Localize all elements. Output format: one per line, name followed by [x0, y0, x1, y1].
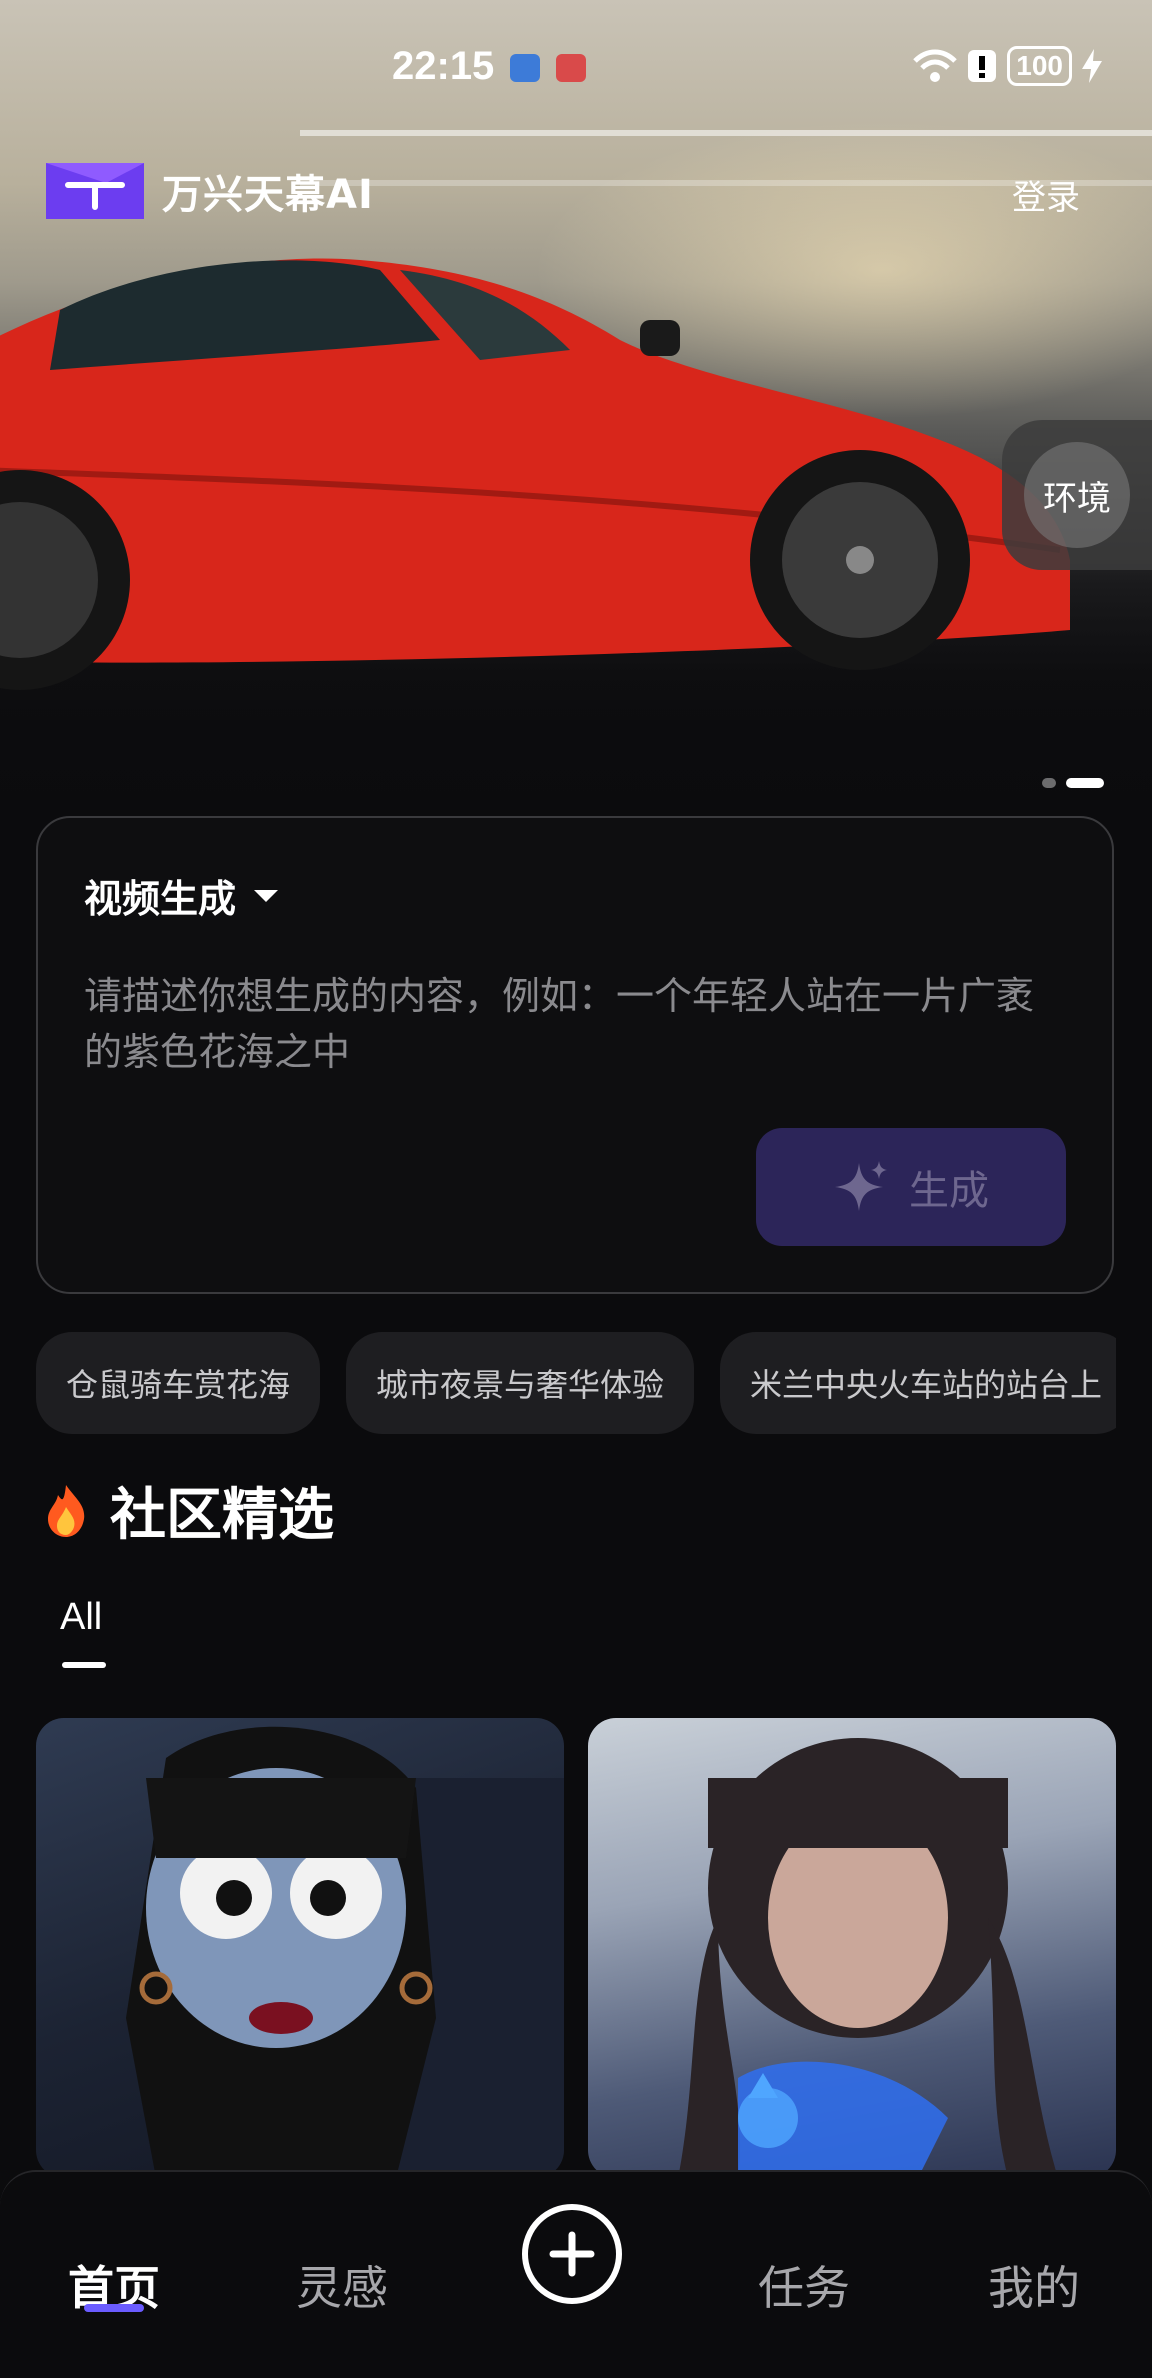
suggestion-chip[interactable]: 城市夜景与奢华体验	[346, 1332, 695, 1434]
hero-banner[interactable]: 22:15 100 万兴天幕AI 登录 环境	[0, 0, 1152, 830]
environment-button[interactable]: 环境	[1002, 420, 1152, 570]
nav-active-indicator	[84, 2304, 144, 2312]
carousel-dot-active[interactable]	[1066, 778, 1104, 788]
sparkle-icon	[835, 1161, 887, 1211]
section-title-text: 社区精选	[110, 1483, 334, 1548]
cartoon-girl-image	[126, 1726, 564, 2178]
login-button[interactable]: 登录	[1012, 170, 1080, 219]
prompt-card: 视频生成 请描述你想生成的内容，例如：一个年轻人站在一片广袤的紫色花海之中 生成	[36, 816, 1114, 1294]
mode-label: 视频生成	[84, 877, 237, 921]
chevron-down-icon	[254, 889, 279, 902]
status-bar: 22:15 100	[0, 40, 1152, 100]
fire-icon	[48, 1484, 85, 1537]
community-card[interactable]	[588, 1718, 1116, 2178]
app-title: 万兴天幕AI	[162, 172, 374, 218]
carousel-dot[interactable]	[1042, 778, 1056, 788]
create-button[interactable]	[522, 2204, 622, 2304]
tab-all[interactable]: All	[60, 1596, 102, 1639]
prompt-input[interactable]: 请描述你想生成的内容，例如：一个年轻人站在一片广袤的紫色花海之中	[84, 968, 1064, 1080]
mode-selector[interactable]: 视频生成	[84, 868, 279, 923]
status-time: 22:15	[392, 44, 495, 88]
usb-icon	[510, 54, 540, 82]
nav-profile[interactable]: 我的	[988, 2252, 1080, 2318]
app-header: 万兴天幕AI	[46, 162, 374, 220]
app-logo-icon	[46, 163, 144, 219]
carousel-indicator	[1042, 778, 1104, 788]
hero-fence	[300, 130, 1152, 136]
wifi-icon	[913, 49, 958, 82]
charging-icon	[1082, 49, 1102, 83]
alert-icon	[968, 50, 997, 82]
community-card[interactable]	[36, 1718, 564, 2178]
environment-label: 环境	[1043, 478, 1111, 519]
generate-button[interactable]: 生成	[756, 1128, 1066, 1246]
section-title: 社区精选	[44, 1470, 334, 1551]
suggestion-chip[interactable]: 米兰中央火车站的站台上	[720, 1332, 1116, 1434]
battery-indicator: 100	[1007, 46, 1072, 86]
portrait-with-cat-image	[678, 1738, 1058, 2178]
red-sports-car-image	[0, 258, 1070, 690]
nav-inspiration[interactable]: 灵感	[296, 2252, 388, 2318]
suggestion-chips: 仓鼠骑车赏花海 城市夜景与奢华体验 米兰中央火车站的站台上	[36, 1332, 1116, 1436]
notification-icon	[556, 54, 586, 82]
tab-underline	[62, 1662, 106, 1668]
nav-tasks[interactable]: 任务	[758, 2252, 850, 2318]
generate-label: 生成	[909, 1168, 989, 1214]
suggestion-chip[interactable]: 仓鼠骑车赏花海	[36, 1332, 321, 1434]
plus-icon	[549, 2231, 595, 2277]
